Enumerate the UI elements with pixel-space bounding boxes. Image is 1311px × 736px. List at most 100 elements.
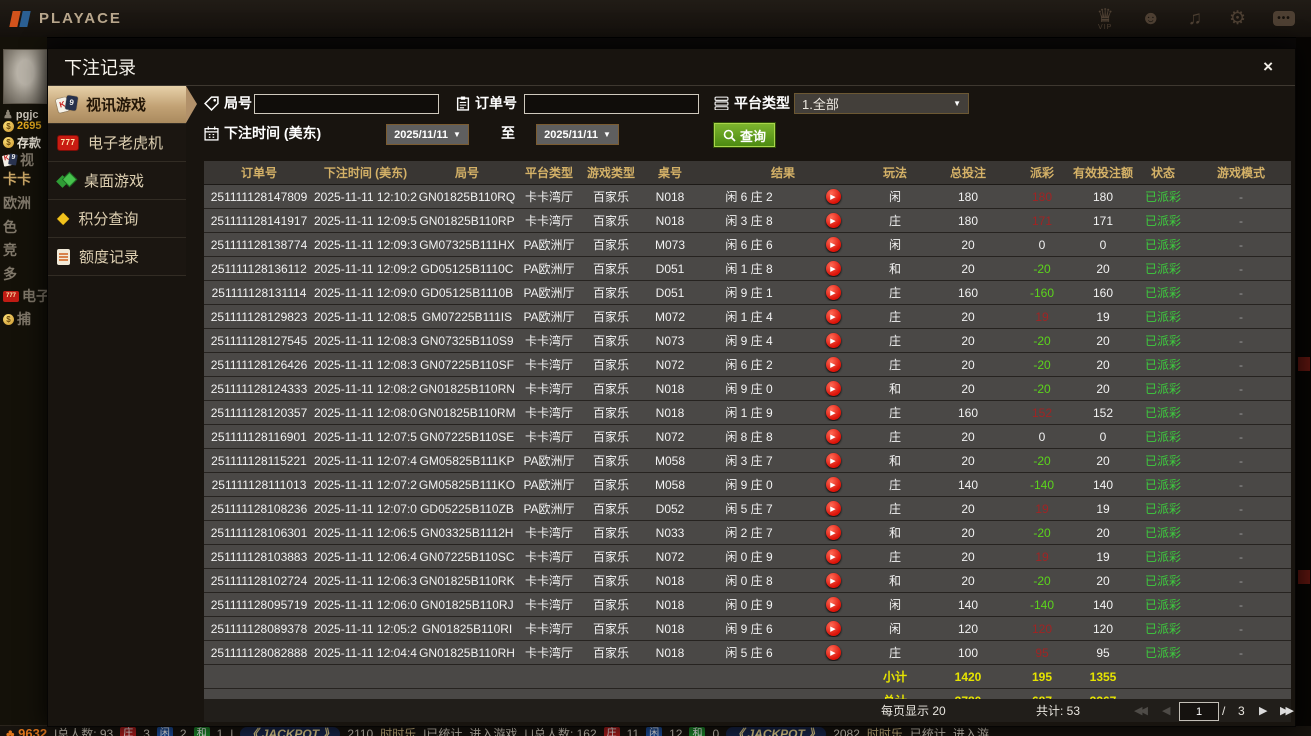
lobby-sidebar-item-label: 卡卡 bbox=[3, 171, 31, 187]
result-cell: 闲 3 庄 7 ▶ bbox=[699, 452, 867, 469]
table-no: N018 bbox=[655, 645, 685, 660]
replay-button[interactable]: ▶ bbox=[825, 525, 841, 540]
replay-button[interactable]: ▶ bbox=[825, 237, 841, 252]
last-page-icon[interactable]: ▶▶ bbox=[1280, 699, 1294, 722]
bet-time: 2025-11-11 12:09:54 bbox=[314, 213, 417, 228]
lobby-sidebar-item[interactable]: 竞 bbox=[3, 240, 17, 260]
payout: -20 bbox=[1033, 261, 1051, 276]
round-id: GM07325B111HX bbox=[419, 237, 515, 252]
music-icon[interactable]: ♫ bbox=[1188, 9, 1202, 28]
modal-title-bar: 下注记录 × bbox=[48, 49, 1295, 86]
replay-button[interactable]: ▶ bbox=[825, 645, 841, 660]
vip-icon[interactable]: ♛ VIP bbox=[1097, 7, 1114, 31]
tag-icon bbox=[204, 95, 219, 111]
lobby-sidebar-item[interactable]: 欧洲 bbox=[3, 193, 31, 213]
table-no: M073 bbox=[654, 237, 686, 252]
chat-icon[interactable]: ••• bbox=[1273, 11, 1295, 26]
table-no: N018 bbox=[655, 573, 685, 588]
replay-button[interactable]: ▶ bbox=[825, 381, 841, 396]
round-label: 局号 bbox=[224, 95, 252, 111]
replay-button-wrap: ▶ bbox=[799, 405, 867, 420]
lobby-sidebar-item[interactable]: $2695 bbox=[3, 120, 41, 132]
replay-button[interactable]: ▶ bbox=[825, 573, 841, 588]
result-text: 闲 0 庄 8 bbox=[725, 574, 773, 588]
lobby-sidebar-item[interactable]: 777 电子 bbox=[3, 286, 47, 306]
date-to-select[interactable]: 2025/11/11 ▼ bbox=[536, 124, 619, 145]
replay-button[interactable]: ▶ bbox=[825, 285, 841, 300]
game-mode: - bbox=[1239, 525, 1243, 540]
settings-icon[interactable]: ⚙ bbox=[1229, 9, 1246, 28]
bet-type: 庄 bbox=[888, 550, 901, 564]
ticker-fragment: 闲 bbox=[646, 727, 663, 736]
platform-selected-value: 1.全部 bbox=[802, 97, 839, 112]
replay-button[interactable]: ▶ bbox=[825, 477, 841, 492]
replay-button[interactable]: ▶ bbox=[825, 261, 841, 276]
table-no: N072 bbox=[655, 357, 685, 372]
menu-item-table-games[interactable]: 桌面游戏 bbox=[48, 162, 186, 200]
first-page-icon[interactable]: ◀◀ bbox=[1134, 699, 1148, 722]
game-mode: - bbox=[1239, 453, 1243, 468]
filter-row-1: 局号 订单号 平台类型 1.全部 ▼ bbox=[204, 93, 1291, 117]
lobby-sidebar-item[interactable]: 色 bbox=[3, 217, 17, 237]
date-from-select[interactable]: 2025/11/11 ▼ bbox=[386, 124, 469, 145]
menu-item-video-games[interactable]: 视讯游戏 bbox=[48, 86, 197, 124]
result-text: 闲 3 庄 7 bbox=[725, 454, 773, 468]
ticker-fragment: 12 bbox=[669, 727, 683, 736]
brand-text: PLAYACE bbox=[39, 10, 122, 27]
payout: 120 bbox=[1031, 621, 1053, 636]
round-id: GN07225B110SF bbox=[420, 357, 514, 372]
result-cell: 闲 1 庄 4 ▶ bbox=[699, 308, 867, 325]
brand-logo[interactable]: PLAYACE bbox=[10, 9, 122, 29]
menu-item-slots[interactable]: 777 电子老虎机 bbox=[48, 124, 186, 162]
replay-button[interactable]: ▶ bbox=[825, 429, 841, 444]
total-bet: 1420 bbox=[954, 669, 982, 684]
platform-select[interactable]: 1.全部 ▼ bbox=[794, 93, 969, 114]
order-id: 251111128138774 bbox=[210, 237, 308, 252]
replay-button[interactable]: ▶ bbox=[825, 453, 841, 468]
replay-button[interactable]: ▶ bbox=[825, 597, 841, 612]
bet-type: 庄 bbox=[888, 406, 901, 420]
platform: 卡卡湾厅 bbox=[524, 334, 573, 348]
order-id: 251111128108236 bbox=[210, 501, 308, 516]
bet-type: 庄 bbox=[888, 286, 901, 300]
ticker-fragment: 和 bbox=[689, 727, 706, 736]
lobby-sidebar-item[interactable]: $ 捕 bbox=[3, 309, 31, 329]
total-bet: 20 bbox=[961, 237, 975, 252]
payout: -20 bbox=[1033, 381, 1051, 396]
replay-button[interactable]: ▶ bbox=[825, 405, 841, 420]
payout: 180 bbox=[1031, 189, 1053, 204]
replay-button[interactable]: ▶ bbox=[825, 357, 841, 372]
order-input[interactable] bbox=[524, 94, 699, 114]
replay-button[interactable]: ▶ bbox=[825, 189, 841, 204]
table-no: M072 bbox=[654, 309, 686, 324]
lobby-sidebar-item[interactable]: 多 bbox=[3, 264, 17, 284]
page-number-input[interactable] bbox=[1179, 702, 1219, 721]
round-input[interactable] bbox=[254, 94, 439, 114]
replay-button[interactable]: ▶ bbox=[825, 213, 841, 228]
bet-time: 2025-11-11 12:04:48 bbox=[314, 645, 417, 660]
avatar[interactable] bbox=[3, 49, 47, 104]
replay-button[interactable]: ▶ bbox=[825, 549, 841, 564]
round-id: GN01825B110RM bbox=[418, 405, 516, 420]
menu-item-quota-records[interactable]: 额度记录 bbox=[48, 238, 186, 276]
payout: -20 bbox=[1033, 333, 1051, 348]
next-page-icon[interactable]: ▶ bbox=[1259, 699, 1267, 722]
game-type: 百家乐 bbox=[592, 430, 629, 444]
replay-button[interactable]: ▶ bbox=[825, 333, 841, 348]
close-icon[interactable]: × bbox=[1257, 55, 1279, 79]
search-button[interactable]: 查询 bbox=[712, 122, 777, 148]
prev-page-icon[interactable]: ◀ bbox=[1162, 699, 1170, 722]
lobby-sidebar-item[interactable]: 视 bbox=[3, 150, 34, 170]
bet-type: 闲 bbox=[888, 622, 901, 636]
replay-button[interactable]: ▶ bbox=[825, 309, 841, 324]
replay-button[interactable]: ▶ bbox=[825, 621, 841, 636]
order-id: 251111128127545 bbox=[210, 333, 308, 348]
support-icon[interactable]: ☻ bbox=[1141, 9, 1161, 28]
menu-item-points[interactable]: ◆ 积分查询 bbox=[48, 200, 186, 238]
lobby-sidebar-item[interactable]: $ 存款 bbox=[3, 134, 41, 151]
lobby-sidebar-item[interactable]: 卡卡 bbox=[3, 169, 31, 189]
status: 已派彩 bbox=[1144, 550, 1181, 564]
ticker-fragment: 和 bbox=[193, 727, 210, 736]
table-row: 251111128108236 2025-11-11 12:07:04 GD0522… bbox=[204, 497, 1291, 521]
replay-button[interactable]: ▶ bbox=[825, 501, 841, 516]
